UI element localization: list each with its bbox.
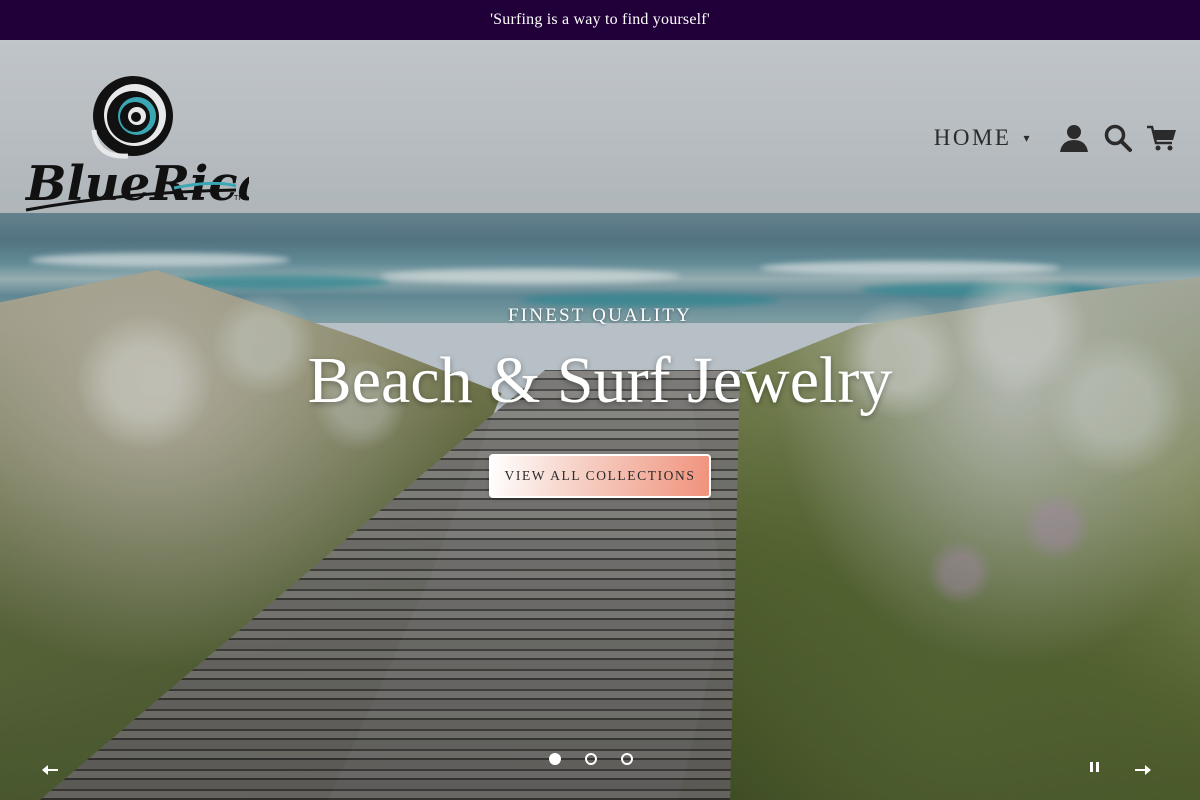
account-button[interactable] — [1056, 120, 1092, 156]
bluerica-logo-icon: BlueRica TM — [24, 76, 269, 212]
slider-pause-button[interactable] — [1085, 756, 1105, 778]
search-button[interactable] — [1100, 120, 1136, 156]
chevron-down-icon: ▾ — [1023, 130, 1032, 145]
cart-button[interactable] — [1144, 120, 1180, 156]
site-header: BlueRica TM HOME ▾ — [0, 40, 1200, 215]
slider-next-button[interactable] — [1129, 758, 1157, 782]
logo-trademark: TM — [233, 194, 244, 202]
hero-content: FINEST QUALITY Beach & Surf Jewelry VIEW… — [0, 305, 1200, 498]
slide-dot-3[interactable] — [621, 753, 633, 765]
arrow-left-icon — [42, 765, 58, 775]
hero-eyebrow: FINEST QUALITY — [507, 305, 693, 326]
brand-logo[interactable]: BlueRica TM — [24, 70, 269, 215]
slider-prev-button[interactable] — [36, 758, 64, 782]
search-icon — [1104, 124, 1132, 152]
view-all-collections-button[interactable]: VIEW ALL COLLECTIONS — [489, 453, 711, 498]
pause-icon — [1090, 762, 1099, 772]
nav-home-label: HOME — [933, 125, 1012, 150]
arrow-right-icon — [1135, 765, 1151, 775]
cart-icon — [1147, 125, 1176, 151]
hero-headline: Beach & Surf Jewelry — [307, 344, 893, 417]
user-icon — [1060, 125, 1088, 152]
main-navigation: HOME ▾ — [934, 120, 1180, 156]
announcement-text: 'Surfing is a way to find yourself' — [490, 11, 710, 28]
slide-dot-2[interactable] — [585, 753, 597, 765]
slider-pagination — [549, 753, 657, 765]
slide-dot-1[interactable] — [549, 753, 561, 765]
announcement-bar: 'Surfing is a way to find yourself' — [0, 0, 1200, 40]
nav-home-link[interactable]: HOME ▾ — [934, 125, 1032, 151]
